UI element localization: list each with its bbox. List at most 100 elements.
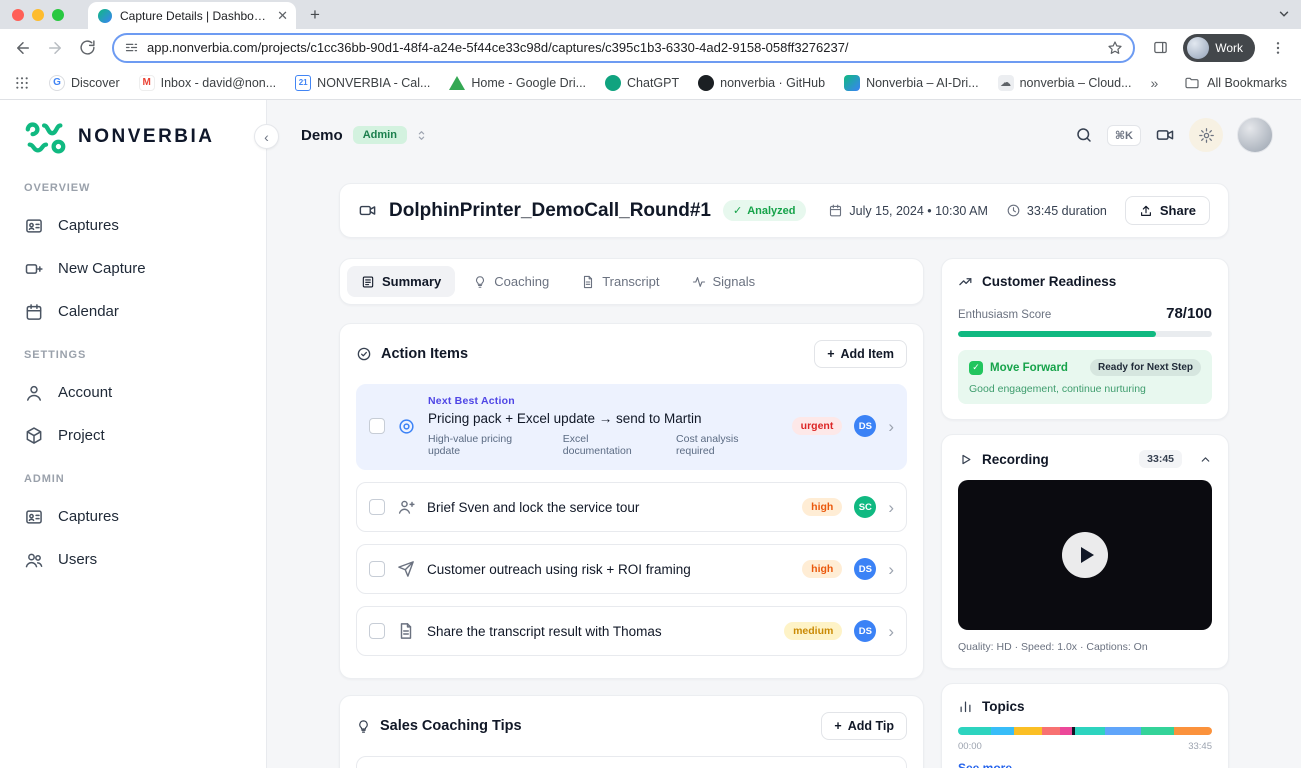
sidebar-item-users[interactable]: Users	[24, 538, 248, 581]
action-item-row[interactable]: Share the transcript result with Thomas …	[356, 606, 907, 656]
sidebar-item-calendar[interactable]: Calendar	[24, 290, 248, 333]
address-bar[interactable]: app.nonverbia.com/projects/c1cc36bb-90d1…	[112, 32, 1136, 63]
brand[interactable]: NONVERBIA	[24, 120, 248, 154]
see-more-link[interactable]: See more	[958, 761, 1212, 768]
action-item-row[interactable]: Next Best Action Pricing pack + Excel up…	[356, 384, 907, 470]
verdict-note: Good engagement, continue nurturing	[969, 383, 1146, 395]
customer-readiness-card: Customer Readiness Enthusiasm Score 78/1…	[941, 258, 1229, 420]
share-button[interactable]: Share	[1124, 196, 1210, 225]
all-bookmarks-button[interactable]: All Bookmarks	[1184, 75, 1287, 91]
sidebar-item-account[interactable]: Account	[24, 371, 248, 414]
browser-profile-chip[interactable]: Work	[1183, 33, 1255, 62]
sidebar-item-new-capture[interactable]: New Capture	[24, 247, 248, 290]
chevron-right-icon[interactable]: ›	[888, 561, 894, 578]
browser-menu-icon[interactable]	[1263, 33, 1293, 63]
apps-grid-icon[interactable]	[14, 75, 30, 91]
tab-close-icon[interactable]: ✕	[277, 9, 288, 22]
bookmark-star-icon[interactable]	[1107, 40, 1123, 56]
priority-badge: high	[802, 560, 843, 578]
minimize-window-button[interactable]	[32, 8, 44, 21]
tab-signals[interactable]: Signals	[678, 266, 770, 297]
bookmark-calendar[interactable]: 21 NONVERBIA - Cal...	[295, 74, 430, 91]
url-text[interactable]: app.nonverbia.com/projects/c1cc36bb-90d1…	[147, 40, 1099, 55]
chevron-right-icon[interactable]: ›	[888, 418, 894, 435]
action-item-checkbox[interactable]	[369, 418, 385, 434]
tab-summary[interactable]: Summary	[347, 266, 456, 297]
add-tip-button[interactable]: + Add Tip	[821, 712, 907, 740]
forward-button[interactable]	[40, 33, 70, 63]
action-item-text: Share the transcript result with Thomas	[427, 623, 662, 639]
action-item-row[interactable]: Brief Sven and lock the service tour hig…	[356, 482, 907, 532]
close-window-button[interactable]	[12, 8, 24, 21]
action-item-checkbox[interactable]	[369, 623, 385, 639]
bookmark-github[interactable]: nonverbia · GitHub	[698, 74, 825, 91]
assignee-avatar[interactable]: SC	[854, 496, 877, 518]
back-button[interactable]	[8, 33, 38, 63]
nonverbia-favicon	[844, 74, 861, 91]
topic-segment[interactable]	[1013, 727, 1042, 735]
new-tab-button[interactable]: +	[302, 2, 328, 28]
site-settings-icon[interactable]	[124, 40, 139, 55]
topic-segment[interactable]	[1074, 727, 1106, 735]
action-item-checkbox[interactable]	[369, 561, 385, 577]
bookmark-ai-drive[interactable]: Nonverbia – AI-Dri...	[844, 74, 979, 91]
app-shell: NONVERBIA OVERVIEW Captures New Capture …	[0, 100, 1301, 768]
assignee-avatar[interactable]: DS	[854, 415, 877, 437]
assignee-avatar[interactable]: DS	[854, 558, 877, 580]
chevron-right-icon[interactable]: ›	[888, 623, 894, 640]
reload-button[interactable]	[72, 33, 102, 63]
project-switcher-icon[interactable]	[415, 129, 428, 142]
search-icon[interactable]	[1075, 126, 1093, 144]
assignee-avatar[interactable]: DS	[854, 620, 877, 642]
topic-segment[interactable]	[1140, 727, 1174, 735]
action-item-row[interactable]: Customer outreach using risk + ROI frami…	[356, 544, 907, 594]
video-camera-icon[interactable]	[1155, 125, 1175, 145]
browser-toolbar: app.nonverbia.com/projects/c1cc36bb-90d1…	[0, 29, 1301, 66]
tab-coaching[interactable]: Coaching	[459, 266, 563, 297]
browser-tab[interactable]: Capture Details | Dashboard ✕	[88, 2, 296, 29]
video-player[interactable]	[958, 480, 1212, 630]
recording-card: Recording 33:45 Quality: HD · Speed: 1.0…	[941, 434, 1229, 669]
sidebar-collapse-button[interactable]: ‹	[254, 124, 279, 149]
capture-title-card: DolphinPrinter_DemoCall_Round#1 ✓ Analyz…	[339, 183, 1229, 238]
bookmarks-overflow-icon[interactable]: »	[1151, 75, 1159, 91]
project-name[interactable]: Demo	[301, 127, 343, 144]
topic-segment[interactable]	[1173, 727, 1212, 735]
recording-meta: Quality: HD · Speed: 1.0x · Captions: On	[958, 641, 1148, 653]
user-avatar[interactable]	[1237, 117, 1273, 153]
add-item-button[interactable]: + Add Item	[814, 340, 907, 368]
topics-start-time: 00:00	[958, 741, 982, 752]
settings-button[interactable]	[1189, 118, 1223, 152]
topic-segment[interactable]	[1105, 727, 1141, 735]
sidebar-item-project[interactable]: Project	[24, 414, 248, 457]
search-shortcut-chip[interactable]: ⌘K	[1106, 124, 1141, 146]
action-item-checkbox[interactable]	[369, 499, 385, 515]
sidebar-item-admin-captures[interactable]: Captures	[24, 495, 248, 538]
play-button[interactable]	[1062, 532, 1108, 578]
calendar-icon	[26, 303, 42, 320]
coaching-tip-row[interactable]: $ Ask the budget question earlier — then…	[356, 756, 907, 768]
bookmark-cloud[interactable]: ☁ nonverbia – Cloud...	[997, 74, 1132, 91]
sidebar-item-captures[interactable]: Captures	[24, 204, 248, 247]
status-badge: ✓ Analyzed	[723, 200, 806, 221]
bookmark-discover[interactable]: G Discover	[49, 74, 120, 91]
topic-segment[interactable]	[958, 727, 992, 735]
check-icon: ✓	[969, 360, 983, 375]
bookmark-chatgpt[interactable]: ChatGPT	[605, 74, 679, 91]
action-item-text: Pricing pack + Excel update → send to Ma…	[428, 411, 702, 426]
zoom-window-button[interactable]	[52, 8, 64, 21]
chevron-right-icon[interactable]: ›	[888, 499, 894, 516]
topic-segment[interactable]	[1059, 727, 1073, 735]
chevron-up-icon[interactable]	[1199, 453, 1212, 466]
topic-segment[interactable]	[991, 727, 1014, 735]
tab-search-icon[interactable]	[1277, 7, 1291, 21]
calendar-icon	[830, 204, 842, 217]
topics-timeline-bar[interactable]	[958, 727, 1212, 735]
side-panel-icon[interactable]	[1145, 33, 1175, 63]
tab-transcript[interactable]: Transcript	[567, 266, 673, 297]
topic-segment[interactable]	[1041, 727, 1060, 735]
bookmark-drive[interactable]: Home - Google Dri...	[449, 75, 586, 90]
bookmark-inbox[interactable]: M Inbox - david@non...	[138, 74, 276, 91]
share-icon	[1140, 205, 1151, 216]
sidebar-item-label: Project	[58, 427, 105, 444]
